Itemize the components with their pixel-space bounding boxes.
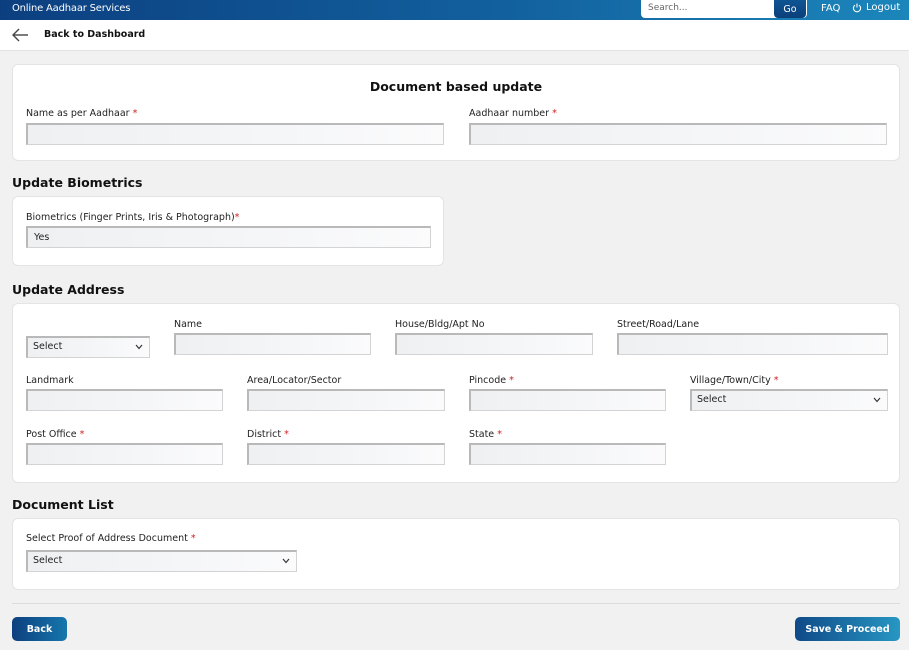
required-mark: * [497,429,502,440]
address-card: Select Name House/Bldg/Apt No Street/Roa… [12,303,900,483]
post-office-input[interactable] [26,443,223,465]
top-header: Online Aadhaar Services Go FAQ Logout [0,0,909,20]
district-label: District * [247,429,289,440]
name-as-per-aadhaar-label: Name as per Aadhaar * [26,108,137,119]
proof-of-address-label: Select Proof of Address Document * [26,533,196,544]
document-list-heading: Document List [12,497,114,512]
pincode-label: Pincode * [469,375,514,386]
label-text: Biometrics (Finger Prints, Iris & Photog… [26,212,235,223]
brand-title: Online Aadhaar Services [12,3,131,14]
required-mark: * [79,429,85,440]
house-input[interactable] [395,333,593,355]
name-label: Name [174,319,203,330]
landmark-input[interactable] [26,389,223,411]
area-input[interactable] [247,389,445,411]
label-text: Aadhaar number [469,108,550,119]
proof-of-address-select[interactable]: Select [26,550,297,572]
district-input[interactable] [247,443,445,465]
name-as-per-aadhaar-input[interactable] [26,123,444,145]
street-input[interactable] [617,333,888,355]
save-and-proceed-button[interactable]: Save & Proceed [795,617,900,641]
care-of-select[interactable]: Select [26,336,150,358]
required-mark: * [552,108,557,119]
update-biometrics-heading: Update Biometrics [12,175,143,190]
sub-navigation-bar: Back to Dashboard [0,20,909,51]
name-input[interactable] [174,333,371,355]
required-mark: * [132,108,138,119]
street-label: Street/Road/Lane [617,319,700,330]
area-label: Area/Locator/Sector [247,375,342,386]
back-button[interactable]: Back [12,617,67,641]
biometrics-label: Biometrics (Finger Prints, Iris & Photog… [26,212,239,223]
required-mark: * [234,212,240,223]
label-text: Post Office [26,429,77,440]
aadhaar-number-label: Aadhaar number * [469,108,557,119]
chevron-down-icon [282,558,290,564]
select-value: Select [33,341,63,352]
label-text: State [469,429,495,440]
footer-divider [12,603,900,604]
label-text: Select Proof of Address Document [26,533,188,544]
select-value: Select [697,394,727,405]
required-mark: * [773,375,779,386]
landmark-label: Landmark [26,375,74,386]
label-text: Name as per Aadhaar [26,108,130,119]
required-mark: * [509,375,514,386]
label-text: Pincode [469,375,507,386]
search-input[interactable] [641,0,773,16]
document-list-card: Select Proof of Address Document * Selec… [12,518,900,590]
house-label: House/Bldg/Apt No [395,319,485,330]
logout-label: Logout [866,2,901,13]
biometrics-card: Biometrics (Finger Prints, Iris & Photog… [12,196,444,266]
pincode-input[interactable] [469,389,666,411]
back-arrow-icon[interactable] [11,28,29,42]
village-town-city-label: Village/Town/City * [690,375,779,386]
biometrics-input[interactable] [26,226,431,248]
card-title: Document based update [369,79,543,94]
state-label: State * [469,429,502,440]
aadhaar-number-input[interactable] [469,123,887,145]
required-mark: * [190,533,196,544]
chevron-down-icon [135,344,143,350]
state-input[interactable] [469,443,666,465]
post-office-label: Post Office * [26,429,84,440]
power-icon [852,3,862,12]
search-go-button[interactable]: Go [774,0,806,18]
logout-link[interactable]: Logout [852,2,900,13]
required-mark: * [284,429,289,440]
document-update-card: Document based update Name as per Aadhaa… [12,64,900,161]
select-value: Select [33,555,63,566]
chevron-down-icon [873,397,881,403]
update-address-heading: Update Address [12,282,125,297]
label-text: District [247,429,282,440]
faq-link[interactable]: FAQ [821,3,840,14]
back-to-dashboard-link[interactable]: Back to Dashboard [44,29,145,40]
label-text: Village/Town/City [690,375,771,386]
search-box: Go [641,0,807,18]
village-town-city-select[interactable]: Select [690,389,888,411]
